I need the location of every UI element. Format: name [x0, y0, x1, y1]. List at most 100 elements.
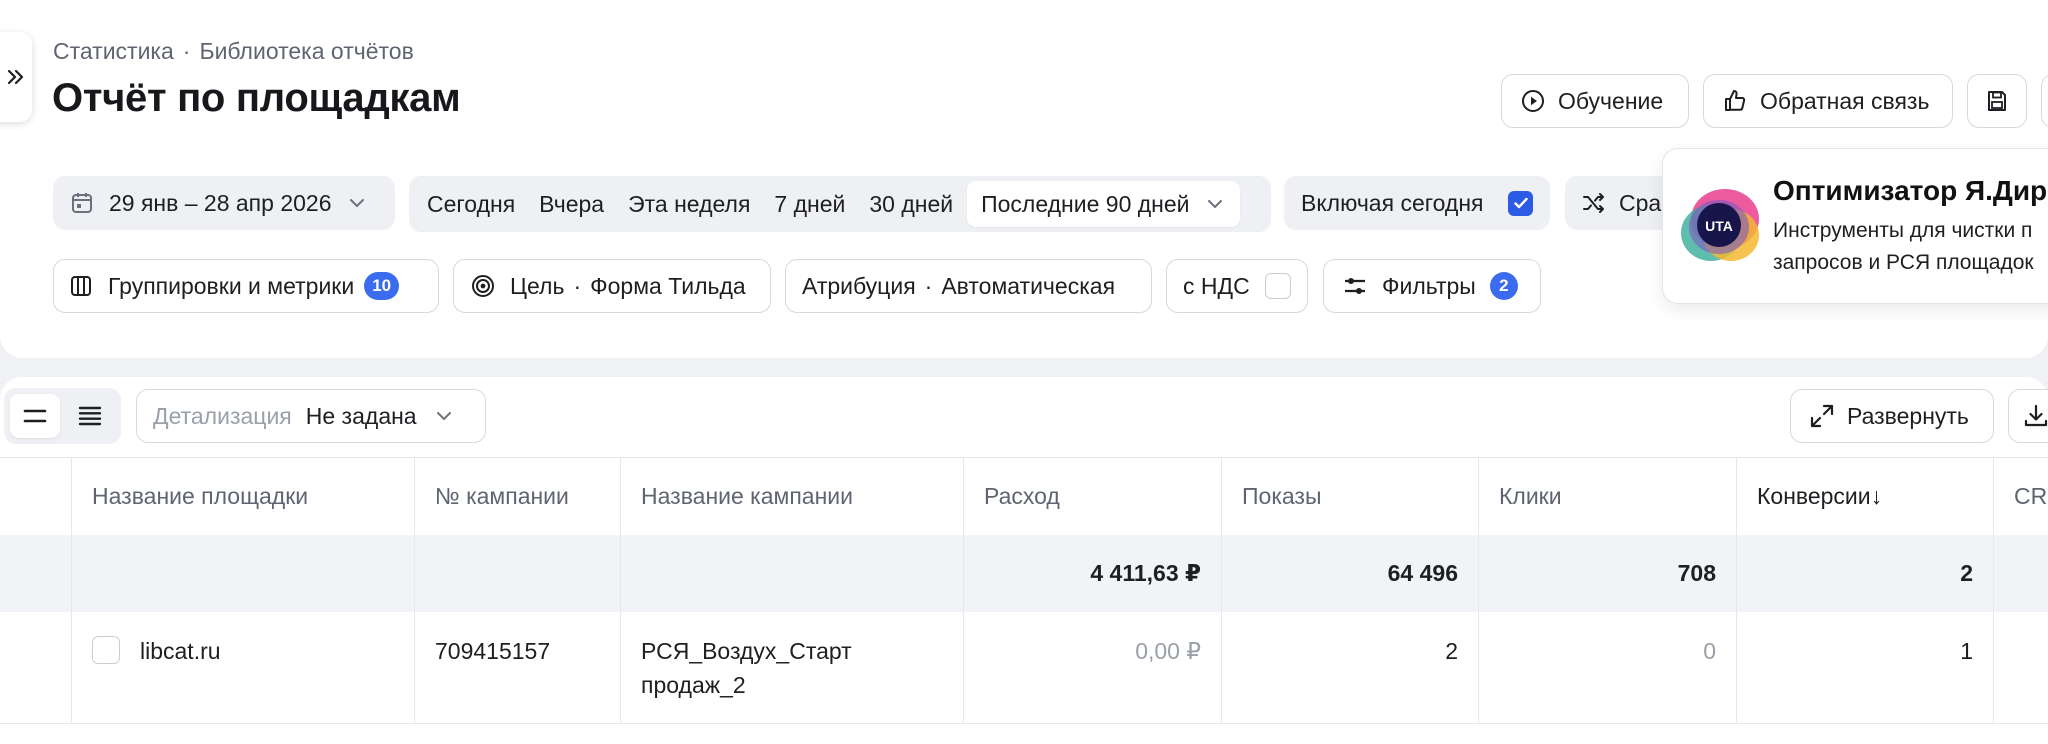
thumbs-up-icon [1725, 90, 1746, 111]
preset-7-days[interactable]: 7 дней [762, 191, 857, 218]
include-today-label: Включая сегодня [1301, 189, 1484, 216]
compact-view-button[interactable] [10, 394, 60, 438]
include-today-checkbox[interactable] [1508, 190, 1533, 216]
vat-label: с НДС [1183, 272, 1250, 299]
save-report-button[interactable] [1967, 74, 2027, 128]
total-clicks: 708 [1479, 535, 1737, 612]
filters-button[interactable]: Фильтры 2 [1323, 259, 1541, 313]
detail-level-select[interactable]: Детализация Не задана [136, 389, 486, 443]
row-site-cell: libcat.ru [72, 612, 415, 723]
breadcrumb-current[interactable]: Библиотека отчётов [199, 38, 413, 65]
promo-description-line1: Инструменты для чистки п [1773, 219, 2033, 242]
table-header-select [0, 458, 72, 535]
compare-label: Сра [1619, 189, 1662, 216]
target-icon [472, 275, 494, 297]
preset-this-week[interactable]: Эта неделя [616, 191, 762, 218]
tutorial-button-label: Обучение [1558, 87, 1664, 114]
attribution-select[interactable]: Атрибуция · Автоматическая [785, 259, 1152, 313]
download-icon [2024, 404, 2048, 427]
calendar-icon [72, 193, 92, 213]
column-header-campaign-id[interactable]: № кампании [415, 458, 621, 535]
goal-separator: · [573, 272, 582, 299]
download-button[interactable] [2008, 389, 2048, 443]
column-header-spend[interactable]: Расход [964, 458, 1222, 535]
include-today-toggle[interactable]: Включая сегодня [1284, 176, 1550, 230]
column-header-conversions[interactable]: Конверсии↓ [1737, 458, 1994, 535]
preset-last-90-days-select[interactable]: Последние 90 дней [967, 181, 1240, 227]
sidebar-expand-button[interactable] [0, 32, 32, 122]
columns-icon [71, 276, 91, 296]
attribution-label: Атрибуция [802, 272, 916, 299]
row-conversions: 1 [1737, 612, 1994, 723]
page-title: Отчёт по площадкам [52, 76, 461, 120]
groupings-count-badge: 10 [364, 272, 400, 300]
preset-selected-label: Последние 90 дней [981, 190, 1190, 217]
table-header-row: Название площадки № кампании Название ка… [0, 458, 2048, 535]
dense-view-button[interactable] [66, 394, 116, 438]
preset-today[interactable]: Сегодня [415, 191, 527, 218]
row-campaign-name-line2: продаж_2 [641, 672, 746, 698]
feedback-button[interactable]: Обратная связь [1703, 74, 1953, 128]
double-chevron-right-icon [7, 69, 24, 85]
row-density-toggle [4, 388, 121, 444]
column-header-cr[interactable]: CR [1994, 458, 2048, 535]
preset-30-days[interactable]: 30 дней [857, 191, 965, 218]
goal-label: Цель [510, 272, 565, 299]
groupings-metrics-label: Группировки и метрики [108, 272, 355, 299]
report-table: Название площадки № кампании Название ка… [0, 457, 2048, 744]
chevron-down-icon [1207, 200, 1222, 209]
feedback-button-label: Обратная связь [1760, 87, 1930, 114]
sliders-icon [1345, 278, 1365, 294]
expand-table-label: Развернуть [1847, 402, 1969, 429]
total-conversions: 2 [1737, 535, 1994, 612]
filters-label: Фильтры [1382, 272, 1476, 299]
more-actions-button[interactable] [2041, 74, 2048, 128]
date-range-picker[interactable]: 29 янв – 28 апр 2026 [53, 176, 395, 230]
detail-level-label: Детализация [153, 402, 292, 429]
promo-card[interactable]: UTA Оптимизатор Я.Дир Инструменты для чи… [1662, 148, 2048, 304]
row-checkbox[interactable] [92, 636, 120, 664]
checkmark-icon [1513, 197, 1528, 209]
row-spend: 0,00 ₽ [964, 612, 1222, 723]
table-totals-row: 4 411,63 ₽ 64 496 708 2 [0, 535, 2048, 612]
attribution-value: Автоматическая [941, 272, 1116, 299]
column-header-impressions[interactable]: Показы [1222, 458, 1479, 535]
column-header-campaign-name[interactable]: Название кампании [621, 458, 964, 535]
compact-lines-icon [23, 409, 47, 423]
row-site-name: libcat.ru [140, 638, 221, 664]
shuffle-icon [1583, 193, 1604, 213]
chevron-down-icon [436, 412, 451, 421]
vat-checkbox[interactable] [1265, 273, 1291, 299]
chevron-down-icon [349, 199, 364, 208]
total-spend: 4 411,63 ₽ [964, 535, 1222, 612]
detail-level-value: Не задана [305, 402, 417, 429]
play-circle-icon [1522, 90, 1544, 112]
table-row[interactable]: libcat.ru 709415157 РСЯ_Воздух_Старт про… [0, 612, 2048, 724]
row-campaign-name-line1: РСЯ_Воздух_Старт [641, 638, 852, 664]
groupings-metrics-button[interactable]: Группировки и метрики 10 [53, 259, 439, 313]
date-preset-group: Сегодня Вчера Эта неделя 7 дней 30 дней … [409, 176, 1271, 232]
compare-button[interactable]: Сра [1565, 176, 1675, 230]
attribution-separator: · [924, 272, 933, 299]
row-campaign-id: 709415157 [415, 612, 621, 723]
breadcrumb: Статистика · Библиотека отчётов [53, 38, 414, 65]
row-clicks: 0 [1479, 612, 1737, 723]
promo-title: Оптимизатор Я.Дир [1773, 175, 2048, 206]
column-header-clicks[interactable]: Клики [1479, 458, 1737, 535]
goal-select[interactable]: Цель · Форма Тильда [453, 259, 771, 313]
total-impressions: 64 496 [1222, 535, 1479, 612]
preset-yesterday[interactable]: Вчера [527, 191, 616, 218]
save-icon [1988, 91, 2006, 111]
date-range-value: 29 янв – 28 апр 2026 [109, 189, 332, 216]
row-campaign-name: РСЯ_Воздух_Старт продаж_2 [621, 612, 964, 723]
breadcrumb-root-link[interactable]: Статистика [53, 38, 174, 65]
expand-arrows-icon [1810, 404, 1834, 428]
column-header-site[interactable]: Название площадки [72, 458, 415, 535]
row-impressions: 2 [1222, 612, 1479, 723]
dense-lines-icon [79, 406, 102, 426]
promo-description: Инструменты для чистки п запросов и РСЯ … [1773, 215, 2034, 279]
uta-logo-icon: UTA [1681, 189, 1759, 261]
vat-toggle[interactable]: с НДС [1166, 259, 1308, 313]
expand-table-button[interactable]: Развернуть [1790, 389, 1994, 443]
tutorial-button[interactable]: Обучение [1501, 74, 1689, 128]
